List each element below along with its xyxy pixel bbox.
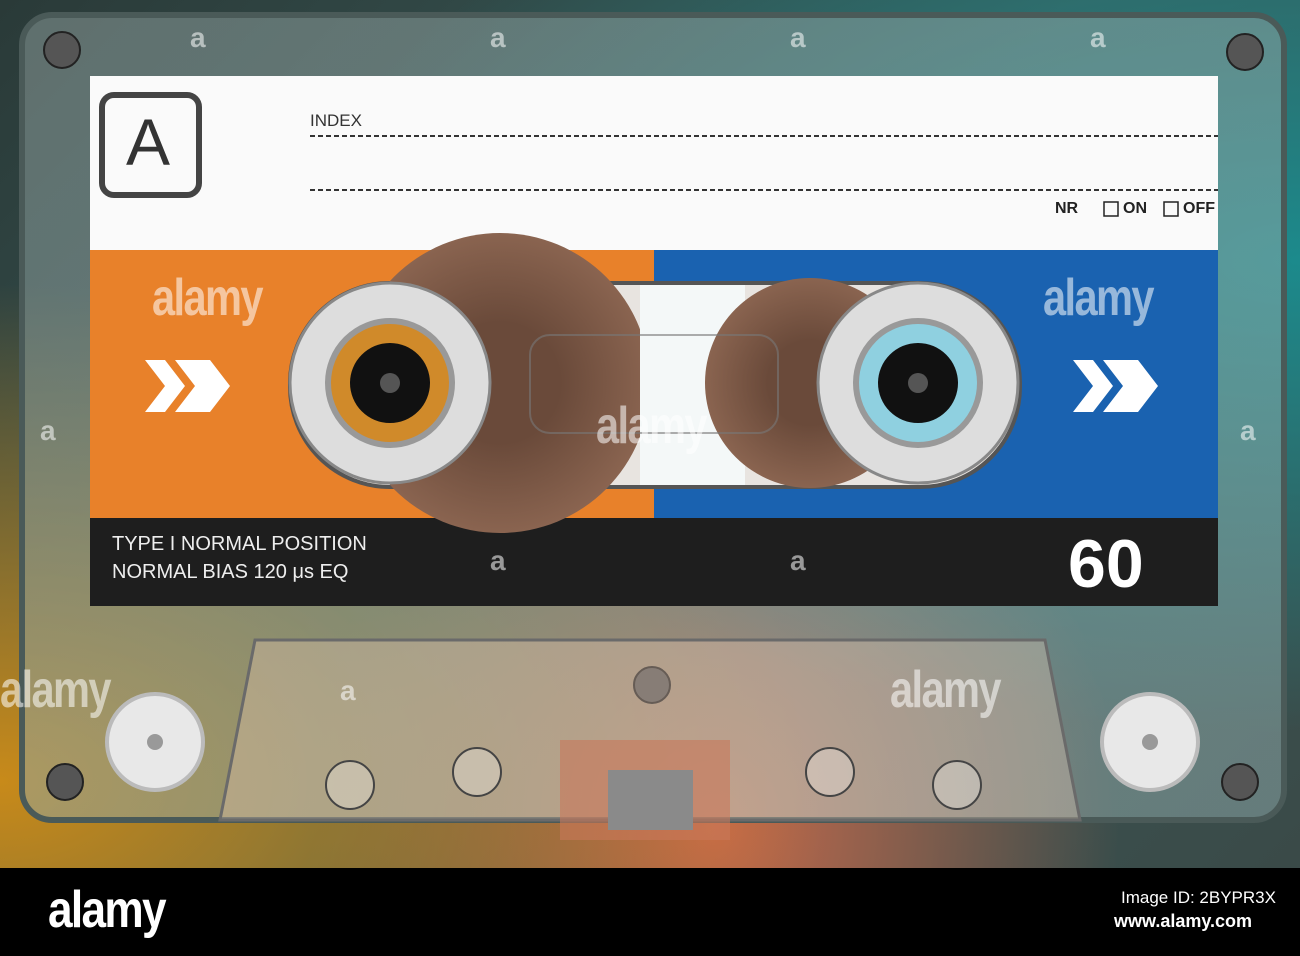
nr-label: NR bbox=[1055, 200, 1079, 217]
watermark: a bbox=[790, 22, 806, 53]
watermark: a bbox=[1240, 415, 1256, 446]
watermark: alamy bbox=[0, 661, 112, 719]
footer-url: www.alamy.com bbox=[1114, 911, 1253, 931]
watermark: a bbox=[790, 545, 806, 576]
footer-logo: alamy bbox=[48, 881, 167, 939]
tape-length: 60 bbox=[1068, 526, 1144, 602]
tape-type-line2: NORMAL BIAS 120 μs EQ bbox=[112, 561, 349, 583]
watermark: alamy bbox=[152, 269, 264, 327]
footer-bar: alamy Image ID: 2BYPR3X www.alamy.com bbox=[0, 868, 1300, 956]
left-reel bbox=[288, 281, 492, 485]
watermark: a bbox=[40, 415, 56, 446]
watermark: a bbox=[190, 22, 206, 53]
tape-type-line1: TYPE I NORMAL POSITION bbox=[112, 533, 367, 555]
watermark: alamy bbox=[596, 397, 708, 455]
watermark: a bbox=[1090, 22, 1106, 53]
label-white-area bbox=[90, 76, 1218, 251]
cassette-photo: A INDEX NR ON OFF TYPE I NORMAL POSITION… bbox=[0, 0, 1300, 868]
watermark: alamy bbox=[890, 661, 1002, 719]
watermark: alamy bbox=[1043, 269, 1155, 327]
watermark: a bbox=[490, 22, 506, 53]
side-letter: A bbox=[126, 105, 171, 179]
right-reel bbox=[816, 281, 1020, 485]
image-id: Image ID: 2BYPR3X bbox=[1121, 888, 1276, 907]
index-label: INDEX bbox=[310, 111, 362, 130]
watermark: a bbox=[490, 545, 506, 576]
watermark: a bbox=[340, 675, 356, 706]
nr-off-label: OFF bbox=[1183, 200, 1215, 217]
nr-on-label: ON bbox=[1123, 200, 1147, 217]
